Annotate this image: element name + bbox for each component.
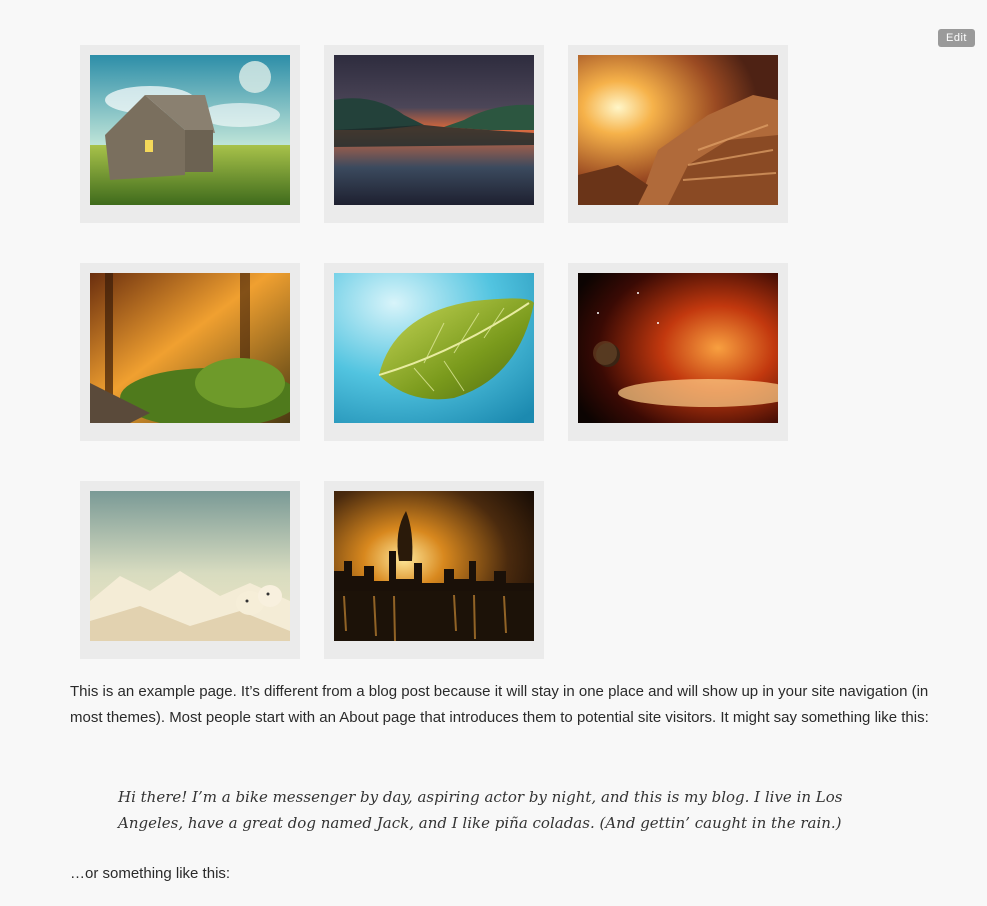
gallery-item-2[interactable]: [324, 45, 544, 223]
polar-bears-image[interactable]: [90, 491, 290, 641]
closing-paragraph: …or something like this:: [70, 865, 231, 882]
city-skyline-night-image[interactable]: [334, 491, 534, 641]
edit-page-link[interactable]: Edit: [938, 29, 975, 47]
image-gallery: [80, 45, 800, 665]
gallery-item-1[interactable]: [80, 45, 300, 223]
cabin-meadow-image[interactable]: [90, 55, 290, 205]
lake-sunset-image[interactable]: [334, 55, 534, 205]
example-quote: Hi there! I’m a bike messenger by day, a…: [118, 788, 843, 832]
canyon-sunrise-image[interactable]: [578, 55, 778, 205]
forest-sunlight-image[interactable]: [90, 273, 290, 423]
green-leaf-image[interactable]: [334, 273, 534, 423]
gallery-item-5[interactable]: [324, 263, 544, 441]
fiery-nebula-image[interactable]: [578, 273, 778, 423]
intro-paragraph: This is an example page. It’s different …: [70, 683, 929, 726]
gallery-item-7[interactable]: [80, 481, 300, 659]
gallery-item-4[interactable]: [80, 263, 300, 441]
page-content: This is an example page. It’s different …: [70, 679, 930, 882]
gallery-item-8[interactable]: [324, 481, 544, 659]
gallery-item-3[interactable]: [568, 45, 788, 223]
gallery-item-6[interactable]: [568, 263, 788, 441]
